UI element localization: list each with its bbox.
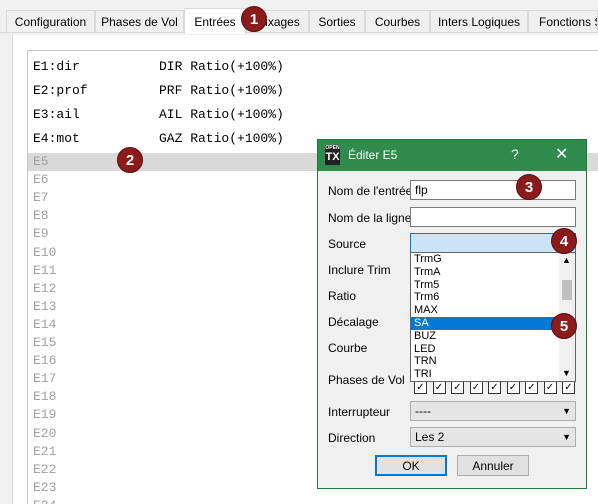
input-row[interactable]: E3:ail AIL Ratio(+100%) <box>28 103 598 127</box>
input-row[interactable]: E1:dir DIR Ratio(+100%) <box>28 55 598 79</box>
input-row-description: AIL Ratio(+100%) <box>159 107 284 122</box>
source-label: Source <box>328 237 367 251</box>
tab-divider <box>0 32 598 33</box>
line-name-label: Nom de la ligne <box>328 211 412 225</box>
tab-configuration[interactable]: Configuration <box>6 10 95 33</box>
tab-flight-phases[interactable]: Phases de Vol <box>95 10 184 33</box>
offset-label: Décalage <box>328 315 379 329</box>
close-icon[interactable]: ✕ <box>555 144 568 164</box>
direction-label: Direction <box>328 431 376 445</box>
scroll-down-icon[interactable]: ▼ <box>562 368 571 378</box>
flight-phase-checkbox[interactable]: ✓ <box>562 381 575 394</box>
line-name-field[interactable] <box>410 207 576 227</box>
curve-label: Courbe <box>328 341 368 355</box>
flight-phase-checkbox[interactable]: ✓ <box>432 381 446 394</box>
input-row-description: GAZ Ratio(+100%) <box>159 131 284 146</box>
source-option[interactable]: LED <box>411 343 559 356</box>
flight-phase-checkbox[interactable]: ✓ <box>469 381 483 394</box>
switch-select[interactable]: ---- ▼ <box>410 401 576 421</box>
badge-3: 3 <box>516 174 542 200</box>
switch-value: ---- <box>415 404 431 418</box>
flight-phases-label: Phases de Vol <box>328 373 405 387</box>
include-trim-label: Inclure Trim <box>328 263 391 277</box>
direction-value: Les 2 <box>415 430 445 444</box>
input-row-description: DIR Ratio(+100%) <box>159 59 284 74</box>
badge-1: 1 <box>241 6 267 32</box>
badge-2: 2 <box>117 147 143 173</box>
input-row[interactable]: E24 <box>28 497 598 504</box>
tab-bar: Configuration Phases de Vol Entrées Mixa… <box>0 0 598 34</box>
flight-phase-checkboxes: ✓ ✓ ✓ ✓ ✓ ✓ ✓ ✓ ✓ <box>410 381 576 395</box>
source-dropdown-list[interactable]: ▲ ▼ TrmG TrmA Trm5 Trm6 MAX SA BUZ LED TRN TRI <box>410 252 576 382</box>
source-option[interactable]: Trm6 <box>411 291 559 304</box>
tab-outputs[interactable]: Sorties <box>309 10 365 33</box>
direction-select[interactable]: Les 2 ▼ <box>410 427 576 447</box>
source-option[interactable]: MAX <box>411 304 559 317</box>
opentx-logo-icon: OPEN TX <box>325 145 340 165</box>
input-row[interactable]: E2:prof PRF Ratio(+100%) <box>28 79 598 103</box>
badge-5: 5 <box>551 313 577 339</box>
scroll-thumb[interactable] <box>562 280 572 300</box>
flight-phase-checkbox[interactable]: ✓ <box>525 381 538 394</box>
source-option[interactable]: BUZ <box>411 330 559 343</box>
input-row-description: PRF Ratio(+100%) <box>159 83 284 98</box>
tab-inputs[interactable]: Entrées <box>184 8 246 34</box>
source-option[interactable]: TRN <box>411 355 559 368</box>
tab-special-functions[interactable]: Fonctions Sp <box>528 10 598 33</box>
dialog-title: Éditer E5 <box>348 148 398 162</box>
source-option[interactable]: SA <box>411 317 559 330</box>
dialog-titlebar[interactable]: OPEN TX Éditer E5 ? ✕ <box>318 140 586 171</box>
input-row-name: E1:dir <box>33 59 80 74</box>
input-row-name: E4:mot <box>33 131 80 146</box>
flight-phase-checkbox[interactable]: ✓ <box>451 381 464 394</box>
help-icon[interactable]: ? <box>511 146 519 162</box>
tab-curves[interactable]: Courbes <box>365 10 430 33</box>
badge-4: 4 <box>551 228 577 254</box>
flight-phase-checkbox[interactable]: ✓ <box>414 381 427 394</box>
tab-logical-switches[interactable]: Inters Logiques <box>430 10 528 33</box>
source-option[interactable]: TrmA <box>411 266 559 279</box>
flight-phase-checkbox[interactable]: ✓ <box>506 381 520 394</box>
flight-phase-checkbox[interactable]: ✓ <box>488 381 501 394</box>
source-option[interactable]: TrmG <box>411 253 559 266</box>
switch-label: Interrupteur <box>328 405 391 419</box>
input-row-name: E2:prof <box>33 83 88 98</box>
input-name-field[interactable]: flp <box>410 180 576 200</box>
chevron-down-icon: ▼ <box>562 406 571 416</box>
ratio-label: Ratio <box>328 289 357 303</box>
scroll-up-icon[interactable]: ▲ <box>562 255 571 265</box>
ok-button[interactable]: OK <box>375 455 447 476</box>
flight-phase-checkbox[interactable]: ✓ <box>543 381 557 394</box>
input-row-name: E3:ail <box>33 107 80 122</box>
input-name-label: Nom de l'entrée <box>328 184 413 198</box>
cancel-button[interactable]: Annuler <box>457 455 529 476</box>
source-option[interactable]: Trm5 <box>411 279 559 292</box>
chevron-down-icon: ▼ <box>562 432 571 442</box>
source-option[interactable]: TRI <box>411 368 559 381</box>
